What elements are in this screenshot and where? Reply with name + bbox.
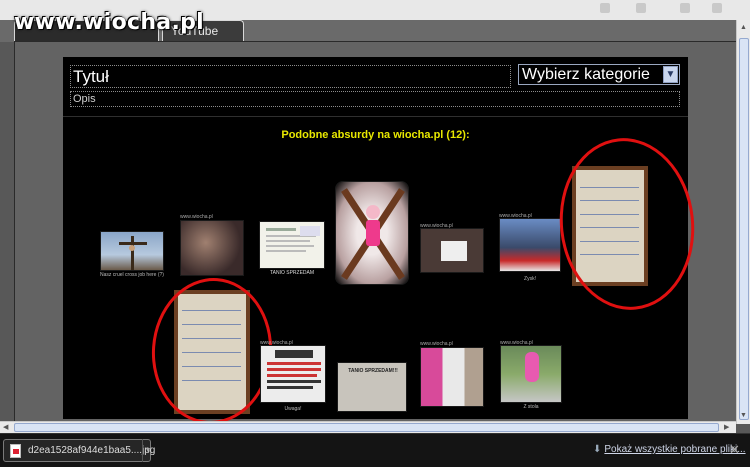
- category-select[interactable]: Wybierz kategorie ▼: [518, 64, 680, 85]
- thumb-caption: Zysk!: [524, 276, 536, 282]
- show-all-label: Pokaż wszystkie pobrane pliki...: [604, 444, 746, 455]
- toolbar-icon[interactable]: [636, 3, 646, 13]
- thumb-caption: TANIO SPRZEDAM: [269, 270, 315, 276]
- horizontal-scrollbar[interactable]: ◀ ▶: [0, 421, 736, 433]
- thumb-tanio[interactable]: TANIO SPRZEDAM!!!: [337, 362, 407, 412]
- vertical-scroll-thumb[interactable]: [739, 38, 749, 420]
- download-item[interactable]: d2ea1528af944e1baa5....jpg: [3, 439, 155, 462]
- similar-heading: Podobne absurdy na wiocha.pl (12):: [281, 129, 470, 141]
- browser-window: YouTube www.wiocha.pl Tytuł Wybierz kate…: [0, 0, 750, 467]
- thumb-crowd[interactable]: [180, 220, 244, 276]
- scroll-down-icon[interactable]: ▼: [740, 412, 747, 419]
- thumb-sign[interactable]: [420, 228, 484, 273]
- scroll-up-icon[interactable]: ▲: [740, 24, 747, 31]
- close-icon[interactable]: ✕: [729, 442, 740, 458]
- thumb-collage[interactable]: [420, 347, 484, 407]
- thumb-caption: Nasz cruel cross job here (?): [100, 272, 164, 278]
- download-arrow-icon: ⬇: [593, 444, 602, 455]
- thumb-crucifix[interactable]: [100, 231, 164, 271]
- title-field[interactable]: Tytuł: [70, 65, 511, 88]
- toolbar-icon[interactable]: [680, 3, 690, 13]
- toolbar-icon[interactable]: [600, 3, 610, 13]
- thumb-pink-photo[interactable]: [500, 345, 562, 403]
- downloads-bar: d2ea1528af944e1baa5....jpg ▼ ⬇ Pokaż wszy…: [0, 433, 750, 467]
- download-file-name: d2ea1528af944e1baa5....jpg: [28, 445, 156, 456]
- thumb-caption: Z stola: [523, 404, 539, 410]
- category-selected: Wybierz kategorie: [522, 66, 650, 83]
- divider: [63, 116, 688, 117]
- chevron-down-icon[interactable]: ▼: [142, 439, 153, 462]
- file-image-icon: [10, 444, 21, 458]
- paper-sign: [441, 241, 467, 261]
- description-field[interactable]: Opis: [70, 91, 680, 107]
- vertical-scrollbar[interactable]: ▲ ▼: [736, 20, 750, 424]
- toolbar-icon[interactable]: [712, 3, 722, 13]
- horizontal-scroll-thumb[interactable]: [14, 423, 719, 432]
- tanio-text: TANIO SPRZEDAM!!!: [348, 368, 398, 374]
- thumb-pink-figure[interactable]: [335, 181, 409, 285]
- site-watermark: www.wiocha.pl: [14, 10, 204, 35]
- thumb-warning[interactable]: [260, 345, 326, 403]
- dropdown-arrow-icon[interactable]: ▼: [663, 66, 678, 83]
- scroll-left-icon[interactable]: ◀: [3, 423, 8, 431]
- show-all-downloads-link[interactable]: ⬇ Pokaż wszystkie pobrane pliki...: [593, 444, 746, 455]
- warning-icon: [267, 350, 321, 389]
- figure-icon: [341, 188, 405, 280]
- thumb-caption: Uwaga!: [284, 406, 302, 412]
- scroll-right-icon[interactable]: ▶: [724, 423, 729, 431]
- crucifix-icon: [119, 236, 147, 270]
- document-icon: [266, 226, 320, 252]
- thumb-tv-news[interactable]: [499, 218, 561, 272]
- pink-person: [525, 352, 539, 382]
- thumb-document[interactable]: [259, 221, 325, 269]
